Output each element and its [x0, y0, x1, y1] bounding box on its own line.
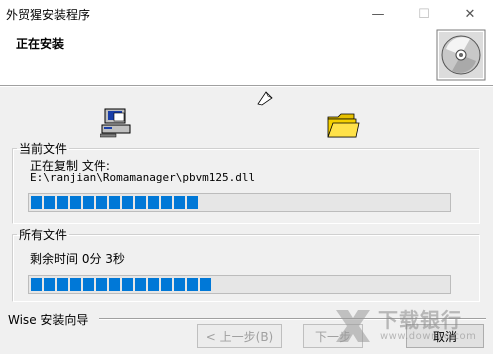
- progress-block: [96, 278, 107, 291]
- progress-block: [70, 196, 81, 209]
- folder-icon: [327, 113, 360, 138]
- progress-block: [187, 196, 198, 209]
- progress-block: [161, 196, 172, 209]
- progress-block: [135, 196, 146, 209]
- progress-block: [109, 196, 120, 209]
- close-icon: ✕: [464, 6, 476, 22]
- progress-block: [174, 196, 185, 209]
- progress-block: [122, 196, 133, 209]
- progress-block: [57, 278, 68, 291]
- progress-block: [109, 278, 120, 291]
- progress-block: [187, 278, 198, 291]
- progress-block: [96, 196, 107, 209]
- progress-block: [44, 196, 55, 209]
- progress-block: [70, 278, 81, 291]
- progress-block: [200, 278, 211, 291]
- header-divider: [0, 86, 493, 87]
- page-title: 正在安装: [16, 37, 65, 51]
- progress-block: [174, 278, 185, 291]
- paper-icon: [257, 91, 273, 106]
- current-file-progress-bar: [28, 193, 451, 212]
- progress-block: [148, 196, 159, 209]
- watermark-text: 下载银行: [378, 308, 462, 332]
- current-file-group-label: 当前文件: [19, 142, 68, 156]
- cd-disc-icon: [436, 29, 486, 81]
- progress-block: [31, 278, 42, 291]
- minimize-button[interactable]: —: [355, 0, 401, 28]
- header-panel: 正在安装: [0, 28, 493, 86]
- watermark: 下载银行 www.downcc.com: [328, 298, 493, 354]
- close-button[interactable]: ✕: [447, 0, 493, 28]
- maximize-button[interactable]: ☐: [401, 0, 447, 28]
- progress-block: [83, 196, 94, 209]
- all-files-group-label: 所有文件: [19, 228, 68, 242]
- progress-block: [57, 196, 68, 209]
- maximize-icon: ☐: [418, 6, 430, 22]
- all-files-progress-fill: [31, 278, 211, 291]
- back-button[interactable]: < 上一步(B): [197, 324, 282, 348]
- progress-block: [135, 278, 146, 291]
- progress-block: [161, 278, 172, 291]
- progress-block: [31, 196, 42, 209]
- progress-block: [83, 278, 94, 291]
- wizard-brand-label: Wise 安装向导: [8, 313, 89, 327]
- progress-block: [44, 278, 55, 291]
- window-title: 外贸猩安装程序: [6, 8, 91, 22]
- time-remaining-text: 剩余时间 0分 3秒: [30, 252, 125, 266]
- current-file-path: E:\ranjian\Romamanager\pbvm125.dll: [30, 171, 256, 184]
- progress-block: [148, 278, 159, 291]
- minimize-icon: —: [371, 6, 385, 22]
- window-titlebar: 外贸猩安装程序 — ☐ ✕: [0, 0, 493, 29]
- computer-icon: [100, 108, 131, 138]
- watermark-logo-icon: [336, 310, 370, 342]
- watermark-subtext: www.downcc.com: [380, 331, 477, 342]
- all-files-progress-bar: [28, 275, 451, 294]
- progress-block: [122, 278, 133, 291]
- current-file-progress-fill: [31, 196, 198, 209]
